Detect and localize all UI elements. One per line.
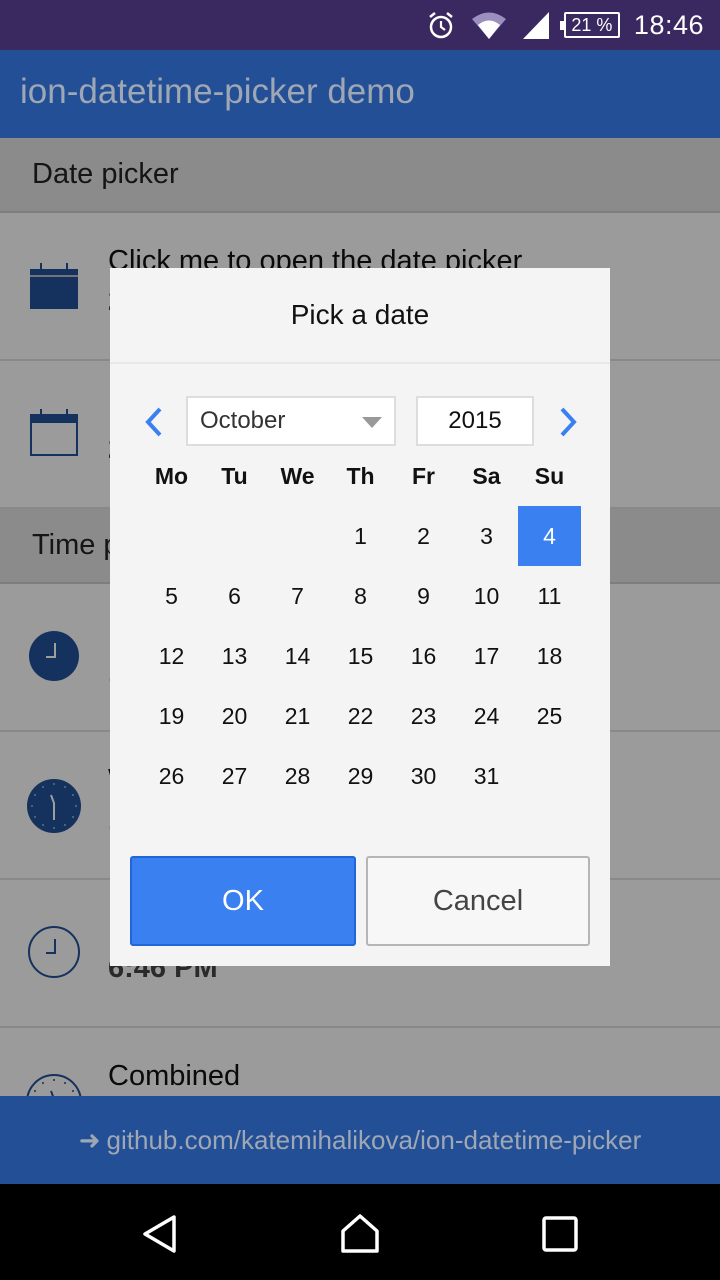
system-nav-bar — [0, 1184, 720, 1280]
day-cell[interactable]: 29 — [329, 746, 392, 806]
status-time: 18:46 — [633, 9, 704, 40]
day-cell[interactable]: 23 — [392, 686, 455, 746]
day-cell[interactable]: 1 — [329, 506, 392, 566]
day-cell[interactable]: 12 — [140, 626, 203, 686]
github-link[interactable]: ➜ github.com/katemihalikova/ion-datetime… — [0, 1096, 720, 1184]
wifi-icon — [471, 12, 506, 39]
back-icon[interactable] — [140, 1214, 180, 1254]
day-cell[interactable]: 21 — [266, 686, 329, 746]
weekday-label: Th — [346, 462, 375, 489]
date-picker-dialog: Pick a date October 2015 Mo Tu We Th Fr Sa Su … — [110, 268, 610, 966]
day-cell[interactable]: 11 — [518, 566, 581, 626]
day-cell[interactable]: 3 — [455, 506, 518, 566]
cancel-button[interactable]: Cancel — [366, 856, 590, 946]
empty-day-cell — [203, 506, 266, 566]
weekday-label: Tu — [221, 462, 248, 489]
day-cell[interactable]: 31 — [455, 746, 518, 806]
weekday-label: Sa — [472, 462, 501, 489]
month-value: October — [200, 407, 286, 434]
day-cell-selected[interactable]: 4 — [518, 506, 581, 566]
empty-day-cell — [140, 506, 203, 566]
next-month-button[interactable] — [556, 406, 580, 438]
signal-icon — [522, 12, 549, 39]
day-cell[interactable]: 6 — [203, 566, 266, 626]
chevron-down-icon — [362, 417, 382, 428]
day-cell[interactable]: 5 — [140, 566, 203, 626]
calendar: Mo Tu We Th Fr Sa Su 1 2 3 4 5 6 7 8 9 10 11 12 13 14 15 16 17… — [140, 446, 581, 806]
arrow-right-icon: ➜ — [78, 1124, 101, 1155]
app-title: ion-datetime-picker demo — [20, 72, 415, 111]
day-cell[interactable]: 14 — [266, 626, 329, 686]
day-cell[interactable]: 19 — [140, 686, 203, 746]
weekday-label: We — [280, 462, 315, 489]
year-input[interactable]: 2015 — [416, 396, 534, 446]
day-cell[interactable]: 22 — [329, 686, 392, 746]
day-cell[interactable]: 25 — [518, 686, 581, 746]
month-year-controls: October 2015 — [110, 396, 610, 446]
day-cell[interactable]: 27 — [203, 746, 266, 806]
day-cell[interactable]: 18 — [518, 626, 581, 686]
day-cell[interactable]: 30 — [392, 746, 455, 806]
recents-icon[interactable] — [540, 1214, 580, 1254]
day-cell[interactable]: 9 — [392, 566, 455, 626]
home-icon[interactable] — [340, 1214, 380, 1254]
day-cell[interactable]: 10 — [455, 566, 518, 626]
weekday-header: Mo Tu We Th Fr Sa Su — [140, 446, 580, 506]
day-cell[interactable]: 17 — [455, 626, 518, 686]
day-cell[interactable]: 26 — [140, 746, 203, 806]
day-cell[interactable]: 24 — [455, 686, 518, 746]
day-cell[interactable]: 28 — [266, 746, 329, 806]
github-link-text: github.com/katemihalikova/ion-datetime-p… — [106, 1124, 642, 1155]
app-bar: ion-datetime-picker demo — [0, 50, 720, 138]
day-grid: 1 2 3 4 5 6 7 8 9 10 11 12 13 14 15 16 17 18 19 20 21 22 23 24 2… — [140, 506, 581, 806]
alarm-icon — [429, 12, 453, 39]
day-cell[interactable]: 2 — [392, 506, 455, 566]
day-cell[interactable]: 20 — [203, 686, 266, 746]
day-cell[interactable]: 13 — [203, 626, 266, 686]
previous-month-button[interactable] — [142, 406, 166, 438]
day-cell[interactable]: 8 — [329, 566, 392, 626]
month-select[interactable]: October — [186, 396, 396, 446]
day-cell[interactable]: 15 — [329, 626, 392, 686]
weekday-label: Su — [534, 462, 565, 489]
ok-button[interactable]: OK — [130, 856, 356, 946]
status-bar: 21 % 18:46 — [0, 0, 720, 50]
weekday-label: Mo — [154, 462, 189, 489]
day-cell[interactable]: 7 — [266, 566, 329, 626]
weekday-label: Fr — [412, 462, 435, 489]
battery-icon: 21 % — [559, 12, 620, 38]
empty-day-cell — [266, 506, 329, 566]
battery-level: 21 % — [571, 14, 613, 35]
dialog-title: Pick a date — [110, 268, 610, 364]
day-cell[interactable]: 16 — [392, 626, 455, 686]
